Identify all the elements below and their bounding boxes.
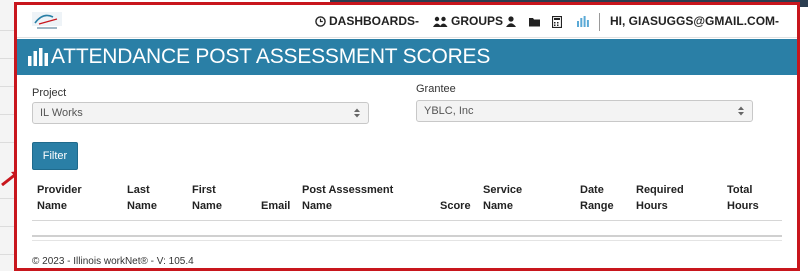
- nav-dashboards[interactable]: DASHBOARDS-: [315, 5, 419, 38]
- nav-dashboards-label: DASHBOARDS: [329, 14, 416, 28]
- grantee-select[interactable]: YBLC, Inc: [416, 100, 753, 122]
- nav-files[interactable]: [529, 5, 544, 38]
- table-footer-divider: [32, 240, 782, 241]
- callout-frame: DASHBOARDS- GROUPS HI, GIASUGGS@GMAIL.CO…: [14, 2, 800, 271]
- column-header-provider-name[interactable]: Provider Name: [37, 182, 127, 214]
- nav-calculator[interactable]: [552, 5, 565, 38]
- select-arrows-icon: [738, 106, 744, 116]
- nav-user-menu[interactable]: HI, GIASUGGS@GMAIL.COM-: [610, 5, 779, 38]
- page-title-bar: ATTENDANCE POST ASSESSMENT SCORES: [17, 39, 797, 75]
- filter-button[interactable]: Filter: [32, 142, 78, 170]
- table-header-divider: [32, 220, 782, 221]
- table-footer-divider: [32, 235, 782, 237]
- project-select[interactable]: IL Works: [32, 102, 369, 124]
- nav-groups-label: GROUPS: [451, 14, 504, 28]
- bar-chart-icon: [577, 16, 589, 28]
- column-header-required-hours[interactable]: Required Hours: [636, 182, 726, 214]
- user-icon: [506, 16, 516, 28]
- bar-chart-icon: [28, 48, 48, 66]
- calculator-icon: [552, 15, 562, 28]
- nav-user-profile[interactable]: [506, 5, 519, 38]
- clock-icon: [315, 16, 326, 28]
- select-arrows-icon: [354, 108, 360, 118]
- column-header-total-hours[interactable]: Total Hours: [727, 182, 787, 214]
- groups-icon: [433, 17, 448, 28]
- nav-divider: [599, 13, 600, 31]
- chevron-down-icon: -: [415, 14, 420, 28]
- nav-user-menu-label: HI, GIASUGGS@GMAIL.COM: [610, 14, 776, 28]
- background-sidebar: [0, 0, 14, 271]
- nav-reports[interactable]: [577, 5, 592, 38]
- grantee-select-value: YBLC, Inc: [424, 105, 474, 117]
- column-header-service-name[interactable]: Service Name: [483, 182, 573, 214]
- nav-groups[interactable]: GROUPS: [433, 5, 503, 38]
- column-header-post-assessment-name[interactable]: Post Assessment Name: [302, 182, 422, 214]
- grantee-label: Grantee: [416, 83, 456, 95]
- page-title: ATTENDANCE POST ASSESSMENT SCORES: [51, 45, 491, 68]
- project-select-value: IL Works: [40, 107, 83, 119]
- footer-copyright: © 2023 - Illinois workNet® - V: 105.4: [32, 256, 194, 267]
- project-label: Project: [32, 87, 67, 99]
- logo[interactable]: [31, 9, 69, 33]
- top-navbar: DASHBOARDS- GROUPS HI, GIASUGGS@GMAIL.CO…: [17, 5, 797, 38]
- chevron-down-icon: -: [775, 14, 780, 28]
- folder-icon: [529, 17, 540, 27]
